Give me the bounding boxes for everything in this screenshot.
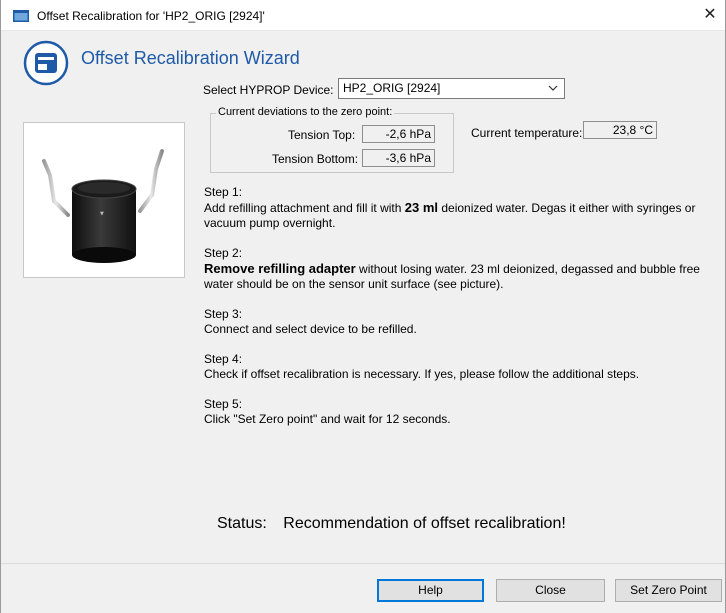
tension-bottom-value: -3,6 hPa	[362, 149, 435, 167]
step-text: Remove refilling adapter without losing …	[204, 261, 700, 291]
title-bar: Offset Recalibration for 'HP2_ORIG [2924…	[1, 0, 725, 31]
step-title: Step 2:	[204, 246, 243, 260]
step-1: Step 1: Add refilling attachment and fil…	[204, 185, 719, 231]
status-message: Recommendation of offset recalibration!	[283, 515, 566, 532]
window-title: Offset Recalibration for 'HP2_ORIG [2924…	[37, 9, 265, 23]
device-select[interactable]: HP2_ORIG [2924]	[338, 78, 565, 99]
button-bar-divider	[1, 563, 725, 564]
close-icon[interactable]: ✕	[699, 4, 721, 26]
step-title: Step 4:	[204, 352, 243, 366]
step-4: Step 4: Check if offset recalibration is…	[204, 352, 719, 382]
step-text: Click "Set Zero point" and wait for 12 s…	[204, 412, 451, 426]
device-select-label: Select HYPROP Device:	[203, 83, 334, 97]
step-5: Step 5: Click "Set Zero point" and wait …	[204, 397, 719, 427]
chevron-down-icon[interactable]	[548, 80, 558, 96]
deviations-legend: Current deviations to the zero point:	[216, 106, 395, 118]
svg-text:▼: ▼	[100, 211, 104, 217]
step-3: Step 3: Connect and select device to be …	[204, 307, 719, 337]
offset-recalibration-dialog: Offset Recalibration for 'HP2_ORIG [2924…	[0, 0, 726, 613]
tension-bottom-label: Tension Bottom:	[272, 152, 359, 166]
device-select-value: HP2_ORIG [2924]	[343, 81, 441, 95]
step-text: Check if offset recalibration is necessa…	[204, 367, 640, 381]
step-title: Step 1:	[204, 185, 243, 199]
step-text: Connect and select device to be refilled…	[204, 322, 417, 336]
wizard-device-icon	[23, 40, 69, 86]
step-text: Add refilling attachment and fill it wit…	[204, 200, 696, 230]
status-row: Status: Recommendation of offset recalib…	[217, 515, 566, 533]
sensor-picture: ▼	[23, 122, 185, 278]
status-label: Status:	[217, 515, 267, 532]
set-zero-point-button[interactable]: Set Zero Point	[615, 579, 722, 602]
close-button[interactable]: Close	[496, 579, 605, 602]
tension-top-label: Tension Top:	[288, 128, 356, 142]
step-title: Step 5:	[204, 397, 243, 411]
instruction-steps: Step 1: Add refilling attachment and fil…	[204, 185, 719, 442]
tension-top-value: -2,6 hPa	[362, 125, 435, 143]
hyprop-sensor-image: ▼	[42, 149, 164, 263]
step-title: Step 3:	[204, 307, 243, 321]
temperature-value: 23,8 °C	[583, 121, 657, 139]
app-window-icon	[13, 10, 29, 22]
step-2: Step 2: Remove refilling adapter without…	[204, 246, 719, 292]
wizard-title: Offset Recalibration Wizard	[81, 48, 300, 68]
temperature-label: Current temperature:	[471, 126, 583, 140]
help-button[interactable]: Help	[377, 579, 484, 602]
